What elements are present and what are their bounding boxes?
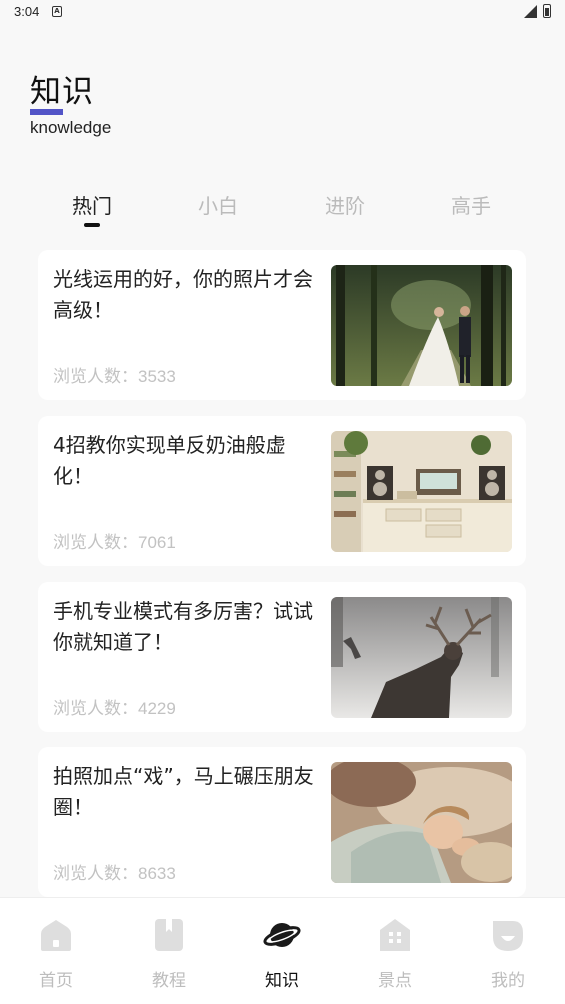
battery-icon xyxy=(543,4,551,18)
article-card[interactable]: 光线运用的好，你的照片才会高级！ 浏览人数：3533 xyxy=(38,250,526,400)
article-title: 手机专业模式有多厉害？试试你就知道了！ xyxy=(53,599,313,654)
status-time: 3:04 xyxy=(14,4,40,19)
nav-profile[interactable]: 我的 xyxy=(468,916,548,991)
tab-active-indicator xyxy=(84,223,100,227)
tab-label: 小白 xyxy=(198,194,238,218)
page-subtitle: knowledge xyxy=(30,118,112,137)
article-views: 浏览人数：7061 xyxy=(53,528,176,553)
nav-knowledge[interactable]: 知识 xyxy=(242,916,322,991)
notification-a-icon: A xyxy=(52,6,62,17)
article-title: 拍照加点“戏”，马上碾压朋友圈！ xyxy=(53,764,314,819)
article-views: 浏览人数：3533 xyxy=(53,362,176,387)
home-icon xyxy=(41,920,71,951)
nav-tutorial[interactable]: 教程 xyxy=(129,916,209,991)
planet-icon xyxy=(263,923,301,947)
bookmark-book-icon xyxy=(155,919,183,951)
article-title: 光线运用的好，你的照片才会高级！ xyxy=(53,267,313,322)
views-count: 7061 xyxy=(138,533,176,552)
tab-hot[interactable]: 热门 xyxy=(42,190,142,227)
bottom-navigation: 首页 教程 知识 景点 我的 xyxy=(0,897,565,1004)
views-count: 4229 xyxy=(138,699,176,718)
category-tabs: 热门 小白 进阶 高手 xyxy=(30,190,535,234)
title-underline xyxy=(30,109,63,115)
article-views: 浏览人数：8633 xyxy=(53,859,176,884)
sleeping-child-photo xyxy=(331,762,512,883)
nav-label: 景点 xyxy=(378,971,412,991)
tab-beginner[interactable]: 小白 xyxy=(168,190,268,219)
cream-cabinet-speakers-photo xyxy=(331,431,512,552)
article-title: 4招教你实现单反奶油般虚化！ xyxy=(53,433,286,488)
tab-label: 热门 xyxy=(72,194,112,218)
nav-attractions[interactable]: 景点 xyxy=(355,916,435,991)
views-label: 浏览人数： xyxy=(53,699,138,719)
signal-icon xyxy=(524,5,537,18)
tab-label: 进阶 xyxy=(325,194,365,218)
views-count: 3533 xyxy=(138,367,176,386)
nav-home[interactable]: 首页 xyxy=(16,916,96,991)
nav-label: 首页 xyxy=(39,971,73,991)
nav-label: 教程 xyxy=(152,971,186,991)
article-card[interactable]: 手机专业模式有多厉害？试试你就知道了！ 浏览人数：4229 xyxy=(38,582,526,732)
status-bar: 3:04 A xyxy=(0,0,565,24)
article-card[interactable]: 4招教你实现单反奶油般虚化！ 浏览人数：7061 xyxy=(38,416,526,566)
views-label: 浏览人数： xyxy=(53,864,138,884)
tab-advanced[interactable]: 进阶 xyxy=(295,190,395,219)
views-count: 8633 xyxy=(138,864,176,883)
nav-label: 我的 xyxy=(491,971,525,991)
views-label: 浏览人数： xyxy=(53,533,138,553)
nav-label: 知识 xyxy=(265,971,299,991)
page-title: 知识 xyxy=(30,74,94,110)
wedding-couple-forest-photo xyxy=(331,265,512,386)
profile-face-icon xyxy=(493,921,523,951)
building-icon xyxy=(380,919,410,951)
article-views: 浏览人数：4229 xyxy=(53,694,176,719)
article-card[interactable]: 拍照加点“戏”，马上碾压朋友圈！ 浏览人数：8633 xyxy=(38,747,526,897)
views-label: 浏览人数： xyxy=(53,367,138,387)
tab-expert[interactable]: 高手 xyxy=(421,190,521,219)
deer-in-snow-photo xyxy=(331,597,512,718)
tab-label: 高手 xyxy=(451,194,491,218)
